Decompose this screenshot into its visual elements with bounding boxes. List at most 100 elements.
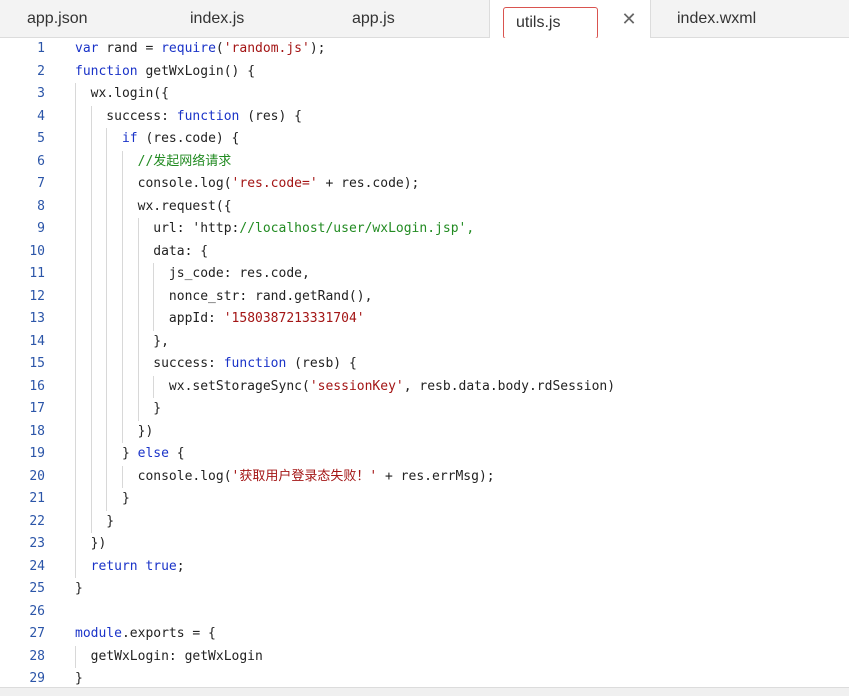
tab-divider [650,0,651,38]
line-number: 18 [29,423,45,439]
line-number: 3 [37,86,45,101]
code-text: }) [75,536,107,551]
code-line: 26 [0,601,849,624]
line-number: 29 [29,671,45,686]
code-text: wx.setStorageSync('sessionKey', resb.dat… [75,378,616,394]
code-line: 17 } [0,398,849,421]
line-number: 19 [29,446,45,461]
tab-index-wxml[interactable]: index.wxml [677,0,756,38]
code-text: nonce_str: rand.getRand(), [75,288,373,304]
tab-label: app.js [352,10,395,27]
code-line: 12 nonce_str: rand.getRand(), [0,285,849,308]
code-text: success: function (resb) { [75,356,357,371]
code-text: } [75,671,83,686]
code-text: //发起网络请求 [137,153,232,169]
code-text: url: 'http://localhost/user/wxLogin.jsp'… [75,221,475,236]
tab-label: index.js [190,10,245,27]
code-text: } [75,513,115,529]
code-line: 19 } else { [0,443,849,466]
line-number: 24 [29,558,45,574]
line-number: 10 [29,243,45,259]
code-line: 15 success: function (resb) { [0,353,849,376]
code-line: 3 wx.login({ [0,83,849,106]
code-text: data: { [75,243,209,259]
line-number: 27 [29,626,45,641]
code-line: 13 appId: '1580387213331704' [0,308,849,331]
tab-app-js[interactable]: app.js [352,0,395,38]
code-editor[interactable]: 1 var rand = require('random.js'); 2 functi… [0,38,849,687]
line-number: 16 [29,378,45,394]
code-line: 23 }) [0,533,849,556]
code-text: if (res.code) { [121,131,240,146]
line-number: 4 [37,108,45,124]
code-line: 14 }, [0,330,849,353]
line-number: 6 [37,153,45,169]
code-line: 29} [0,668,849,687]
code-line: 24 return true; [0,555,849,578]
code-text: var rand = require('random.js'); [75,41,326,56]
code-line: 10 data: { [0,240,849,263]
code-text: getWxLogin: getWxLogin [75,648,263,664]
tab-app-json[interactable]: app.json [27,0,88,38]
tab-label: utils.js [516,14,561,31]
tab-bar: app.json index.js app.js utils.js ✕ inde… [0,0,849,39]
code-line: 27 module.exports = { [0,623,849,646]
code-line: 22 } [0,510,849,533]
line-number: 7 [37,176,45,191]
code-line: 21 } [0,488,849,511]
code-line: 6 //发起网络请求 [0,150,849,173]
code-line: 8 wx.request({ [0,195,849,218]
line-number: 9 [37,221,45,236]
code-text: } else { [75,446,185,461]
line-number: 26 [29,603,45,619]
line-number: 5 [37,131,45,146]
tab-index-js[interactable]: index.js [190,0,244,38]
tab-label: index.wxml [677,10,757,27]
code-text: wx.request({ [75,198,232,214]
code-line: 5 if (res.code) { [0,128,849,151]
code-line: 20 console.log('获取用户登录态失败！' + res.errMsg… [0,465,849,488]
code-line: 4 success: function (res) { [0,105,849,128]
line-number: 23 [29,536,45,551]
code-text: appId: '1580387213331704' [75,311,365,326]
line-number: 1 [37,41,45,56]
code-text: function getWxLogin() { [75,63,256,79]
code-line: 1 var rand = require('random.js'); [0,38,849,61]
code-line: 7 console.log('res.code=' + res.code); [0,173,849,196]
code-line: 11 js_code: res.code, [0,263,849,286]
line-number: 2 [37,63,45,79]
line-number: 20 [29,468,45,484]
line-number: 22 [29,513,45,529]
line-number: 11 [29,266,45,281]
code-line: 18 }) [0,420,849,443]
close-icon[interactable]: ✕ [619,9,639,29]
code-text: }) [75,423,154,439]
tab-utils-js[interactable]: utils.js [503,7,598,39]
code-text: } [75,401,162,416]
code-line: 16 wx.setStorageSync('sessionKey', resb.… [0,375,849,398]
line-number: 15 [29,356,45,371]
code-text: }, [75,333,169,349]
code-text: js_code: res.code, [75,266,310,281]
code-line: 25} [0,578,849,601]
code-text: wx.login({ [75,86,169,101]
code-text: return true; [90,558,185,574]
line-number: 28 [29,648,45,664]
code-text: } [75,581,83,596]
line-number: 25 [29,581,45,596]
code-text: } [75,491,130,506]
line-number: 14 [29,333,45,349]
code-text: module.exports = { [75,626,216,641]
line-number: 8 [37,198,45,214]
tab-label: app.json [27,10,88,27]
code-line: 9 url: 'http://localhost/user/wxLogin.js… [0,218,849,241]
code-line: 2 function getWxLogin() { [0,61,849,84]
code-text: console.log('res.code=' + res.code); [75,176,420,191]
line-number: 21 [29,491,45,506]
line-number: 12 [29,288,45,304]
code-line: 28 getWxLogin: getWxLogin [0,645,849,668]
line-number: 13 [29,311,45,326]
code-text: success: function (res) { [75,108,302,124]
code-text: console.log('获取用户登录态失败！' + res.errMsg); [75,468,495,484]
line-number: 17 [29,401,45,416]
